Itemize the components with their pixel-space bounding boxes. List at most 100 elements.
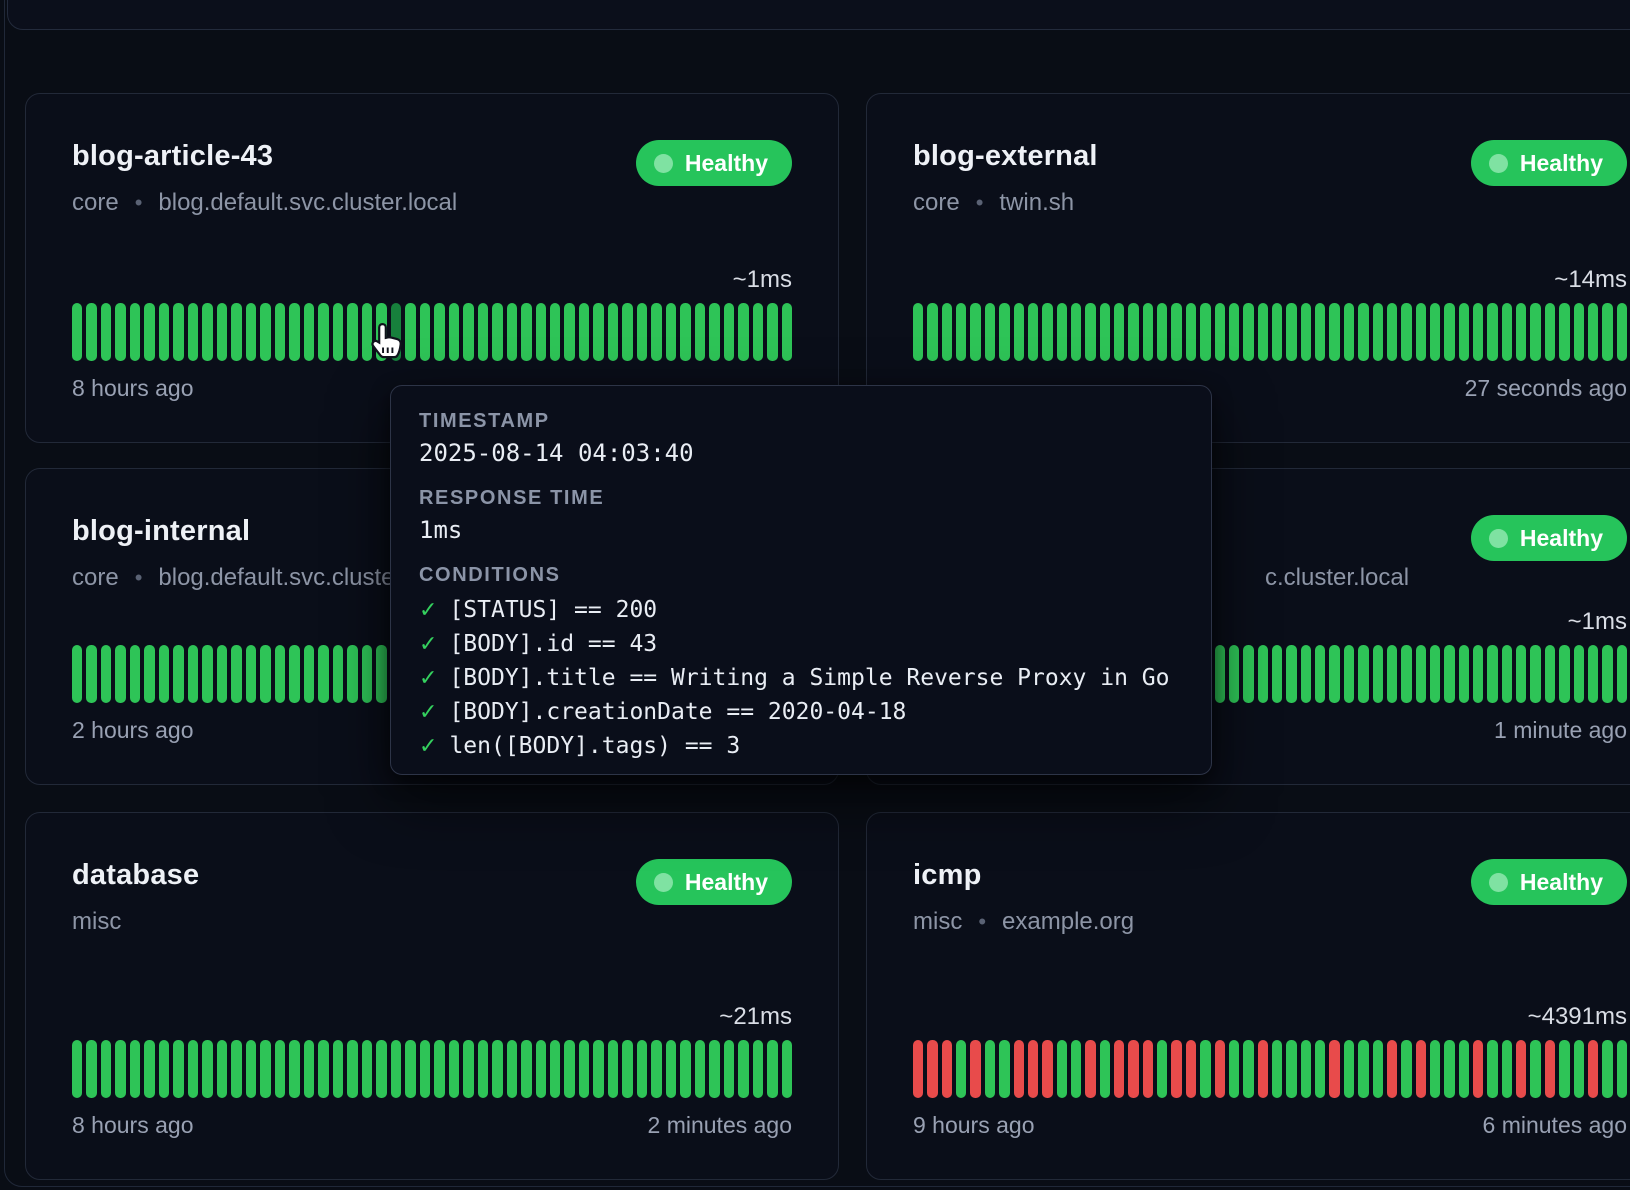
uptime-bar[interactable] — [1617, 645, 1627, 703]
uptime-bar[interactable] — [1344, 303, 1354, 361]
uptime-bar[interactable] — [188, 645, 198, 703]
uptime-bar[interactable] — [1344, 645, 1354, 703]
uptime-bar[interactable] — [1617, 1040, 1627, 1098]
uptime-bar[interactable] — [101, 1040, 111, 1098]
uptime-bar[interactable] — [1229, 645, 1239, 703]
uptime-bar[interactable] — [130, 645, 140, 703]
uptime-bar[interactable] — [347, 645, 357, 703]
uptime-bar[interactable] — [593, 303, 603, 361]
uptime-bar[interactable] — [391, 1040, 401, 1098]
uptime-bar[interactable] — [115, 303, 125, 361]
uptime-bar[interactable] — [347, 303, 357, 361]
uptime-bar[interactable] — [1559, 303, 1569, 361]
uptime-bar[interactable] — [1286, 1040, 1296, 1098]
uptime-bar[interactable] — [1401, 1040, 1411, 1098]
uptime-bar[interactable] — [304, 645, 314, 703]
uptime-bar[interactable] — [1444, 303, 1454, 361]
uptime-bar[interactable] — [651, 303, 661, 361]
uptime-bar[interactable] — [289, 303, 299, 361]
uptime-bar[interactable] — [376, 645, 386, 703]
uptime-bar[interactable] — [1545, 1040, 1555, 1098]
uptime-bar[interactable] — [1071, 1040, 1081, 1098]
uptime-bar[interactable] — [1617, 303, 1627, 361]
uptime-bar[interactable] — [260, 303, 270, 361]
uptime-bar[interactable] — [173, 303, 183, 361]
uptime-bar[interactable] — [724, 303, 734, 361]
uptime-bar[interactable] — [1301, 1040, 1311, 1098]
uptime-bar[interactable] — [1487, 645, 1497, 703]
uptime-bar[interactable] — [1215, 645, 1225, 703]
uptime-bar[interactable] — [86, 1040, 96, 1098]
uptime-bar[interactable] — [1014, 303, 1024, 361]
uptime-bar[interactable] — [1387, 1040, 1397, 1098]
uptime-bar[interactable] — [86, 645, 96, 703]
uptime-bar[interactable] — [1114, 303, 1124, 361]
uptime-bar[interactable] — [782, 1040, 792, 1098]
uptime-bar[interactable] — [173, 645, 183, 703]
uptime-bar[interactable] — [1171, 303, 1181, 361]
uptime-bar[interactable] — [1358, 645, 1368, 703]
uptime-bar[interactable] — [1516, 303, 1526, 361]
uptime-bar[interactable] — [550, 1040, 560, 1098]
uptime-bar[interactable] — [521, 303, 531, 361]
uptime-bar[interactable] — [1329, 303, 1339, 361]
uptime-bar[interactable] — [434, 1040, 444, 1098]
uptime-bar[interactable] — [1473, 303, 1483, 361]
uptime-bar[interactable] — [1200, 303, 1210, 361]
uptime-bar[interactable] — [1186, 303, 1196, 361]
uptime-bar[interactable] — [1042, 1040, 1052, 1098]
uptime-bar[interactable] — [1602, 303, 1612, 361]
uptime-bar[interactable] — [970, 303, 980, 361]
uptime-bar[interactable] — [463, 303, 473, 361]
uptime-bar[interactable] — [86, 303, 96, 361]
uptime-bar[interactable] — [666, 303, 676, 361]
uptime-bar[interactable] — [1085, 1040, 1095, 1098]
uptime-bar[interactable] — [956, 1040, 966, 1098]
uptime-bar[interactable] — [1100, 1040, 1110, 1098]
uptime-bar[interactable] — [72, 1040, 82, 1098]
uptime-bar[interactable] — [478, 303, 488, 361]
uptime-bar[interactable] — [144, 1040, 154, 1098]
uptime-bar[interactable] — [1301, 303, 1311, 361]
uptime-bars[interactable] — [72, 1040, 792, 1098]
uptime-bar[interactable] — [1215, 303, 1225, 361]
uptime-bar[interactable] — [666, 1040, 676, 1098]
uptime-bar[interactable] — [275, 645, 285, 703]
uptime-bar[interactable] — [188, 303, 198, 361]
uptime-bar[interactable] — [202, 645, 212, 703]
uptime-bar[interactable] — [1100, 303, 1110, 361]
uptime-bar[interactable] — [1459, 303, 1469, 361]
uptime-bar[interactable] — [1186, 1040, 1196, 1098]
uptime-bar[interactable] — [1530, 303, 1540, 361]
uptime-bar[interactable] — [347, 1040, 357, 1098]
uptime-bar[interactable] — [1545, 645, 1555, 703]
uptime-bar[interactable] — [651, 1040, 661, 1098]
uptime-bar[interactable] — [289, 1040, 299, 1098]
uptime-bar[interactable] — [593, 1040, 603, 1098]
uptime-bar[interactable] — [1085, 303, 1095, 361]
uptime-bar[interactable] — [1143, 303, 1153, 361]
uptime-bar[interactable] — [275, 1040, 285, 1098]
service-card-database[interactable]: database misc Healthy ~21ms 8 hours ago … — [25, 812, 839, 1180]
uptime-bar[interactable] — [1229, 1040, 1239, 1098]
uptime-bar[interactable] — [608, 1040, 618, 1098]
uptime-bar[interactable] — [1473, 1040, 1483, 1098]
uptime-bar[interactable] — [246, 645, 256, 703]
uptime-bar[interactable] — [405, 1040, 415, 1098]
uptime-bar[interactable] — [304, 303, 314, 361]
uptime-bar[interactable] — [362, 1040, 372, 1098]
uptime-bar[interactable] — [942, 303, 952, 361]
uptime-bar[interactable] — [927, 1040, 937, 1098]
uptime-bar[interactable] — [1258, 303, 1268, 361]
uptime-bar[interactable] — [942, 1040, 952, 1098]
uptime-bar[interactable] — [1588, 1040, 1598, 1098]
uptime-bar[interactable] — [709, 1040, 719, 1098]
uptime-bar[interactable] — [1128, 303, 1138, 361]
uptime-bar[interactable] — [188, 1040, 198, 1098]
uptime-bar[interactable] — [1215, 1040, 1225, 1098]
uptime-bar[interactable] — [1487, 1040, 1497, 1098]
uptime-bar[interactable] — [1574, 1040, 1584, 1098]
uptime-bar[interactable] — [1057, 1040, 1067, 1098]
uptime-bar[interactable] — [1071, 303, 1081, 361]
uptime-bar[interactable] — [536, 1040, 546, 1098]
